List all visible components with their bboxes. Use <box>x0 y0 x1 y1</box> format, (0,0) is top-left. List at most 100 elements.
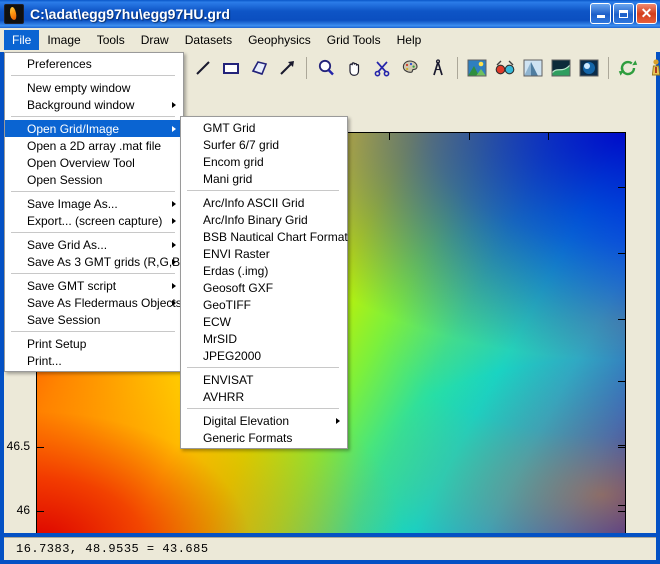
menu-item-background-window[interactable]: Background window <box>5 96 183 113</box>
menu-item-label: GMT Grid <box>203 120 256 135</box>
y-minor-tick <box>618 444 625 446</box>
menu-item-label: Save GMT script <box>27 278 117 293</box>
menubar-item-file[interactable]: File <box>4 30 40 50</box>
menu-separator <box>11 232 175 233</box>
scissors-cut-icon[interactable] <box>369 55 395 81</box>
terrain-3d-icon[interactable] <box>548 55 574 81</box>
draw-arrow-icon[interactable] <box>274 55 300 81</box>
draw-line-icon[interactable] <box>190 55 216 81</box>
menu-item-save-as-3-gmt-grids-r-g-b[interactable]: Save As 3 GMT grids (R,G,B) <box>5 253 184 270</box>
maximize-button[interactable] <box>613 3 634 24</box>
menu-item-envi-raster[interactable]: ENVI Raster <box>181 245 347 262</box>
menu-item-surfer-6-7-grid[interactable]: Surfer 6/7 grid <box>181 136 347 153</box>
menu-item-label: Background window <box>27 97 135 112</box>
menu-item-label: AVHRR <box>203 389 245 404</box>
menubar-item-draw[interactable]: Draw <box>133 30 177 50</box>
menu-item-save-gmt-script[interactable]: Save GMT script <box>5 277 183 294</box>
submenu-arrow-icon <box>172 125 176 132</box>
menu-item-jpeg2000[interactable]: JPEG2000 <box>181 347 347 364</box>
menu-item-new-empty-window[interactable]: New empty window <box>5 79 183 96</box>
menu-item-label: Open Session <box>27 172 103 187</box>
menu-item-preferences[interactable]: Preferences <box>5 55 183 72</box>
refresh-icon[interactable] <box>615 55 641 81</box>
anaglyph-glasses-icon[interactable] <box>492 55 518 81</box>
menu-item-save-grid-as[interactable]: Save Grid As... <box>5 236 183 253</box>
minimize-button[interactable] <box>590 3 611 24</box>
application-window: C:\adat\egg97hu\egg97HU.grd ✕ File Image T… <box>0 0 660 564</box>
window-title: C:\adat\egg97hu\egg97HU.grd <box>30 6 230 22</box>
draw-polygon-icon[interactable] <box>246 55 272 81</box>
file-menu[interactable]: Preferences New empty window Background wi… <box>4 52 184 372</box>
menubar-item-grid-tools[interactable]: Grid Tools <box>319 30 389 50</box>
color-palette-icon[interactable] <box>397 55 423 81</box>
menu-item-label: Open Grid/Image <box>27 121 120 136</box>
toolbar-separator <box>306 57 307 79</box>
submenu-arrow-icon <box>172 217 176 224</box>
menu-item-print[interactable]: Print... <box>5 352 183 369</box>
globe-icon[interactable] <box>576 55 602 81</box>
menu-item-save-image-as[interactable]: Save Image As... <box>5 195 183 212</box>
menu-item-generic-formats[interactable]: Generic Formats <box>181 429 347 446</box>
menu-item-open-session[interactable]: Open Session <box>5 171 183 188</box>
shaded-relief-icon[interactable] <box>520 55 546 81</box>
menu-item-label: Generic Formats <box>203 430 293 445</box>
menu-item-erdas-img[interactable]: Erdas (.img) <box>181 262 347 279</box>
menu-bar: File Image Tools Draw Datasets Geophysics Grid… <box>0 28 660 52</box>
menubar-item-help[interactable]: Help <box>389 30 430 50</box>
close-button[interactable]: ✕ <box>636 3 657 24</box>
submenu-arrow-icon <box>172 241 176 248</box>
menu-item-envisat[interactable]: ENVISAT <box>181 371 347 388</box>
menu-item-label: Arc/Info Binary Grid <box>203 212 308 227</box>
submenu-arrow-icon <box>172 200 176 207</box>
menu-item-label: Open Overview Tool <box>27 155 135 170</box>
menubar-item-tools[interactable]: Tools <box>89 30 133 50</box>
measure-compass-icon[interactable] <box>425 55 451 81</box>
menu-item-geosoft-gxf[interactable]: Geosoft GXF <box>181 279 347 296</box>
window-controls: ✕ <box>590 3 657 24</box>
menu-item-save-as-fledermaus-objects[interactable]: Save As Fledermaus Objects <box>5 294 183 311</box>
menu-item-label: MrSID <box>203 331 237 346</box>
menu-item-open-grid-image[interactable]: Open Grid/Image <box>5 120 183 137</box>
image-mountain-icon[interactable] <box>464 55 490 81</box>
submenu-arrow-icon <box>172 258 176 265</box>
menu-item-label: Export... (screen capture) <box>27 213 163 228</box>
menu-separator <box>187 190 339 191</box>
menu-item-label: Surfer 6/7 grid <box>203 137 280 152</box>
menu-item-label: Arc/Info ASCII Grid <box>203 195 305 210</box>
menu-item-ecw[interactable]: ECW <box>181 313 347 330</box>
y-tick <box>618 447 625 449</box>
submenu-arrow-icon <box>172 282 176 289</box>
menu-item-print-setup[interactable]: Print Setup <box>5 335 183 352</box>
menu-item-digital-elevation[interactable]: Digital Elevation <box>181 412 347 429</box>
open-grid-image-submenu[interactable]: GMT Grid Surfer 6/7 grid Encom grid Mani gr… <box>180 116 348 449</box>
menu-item-gmt-grid[interactable]: GMT Grid <box>181 119 347 136</box>
pan-hand-icon[interactable] <box>341 55 367 81</box>
menu-item-geotiff[interactable]: GeoTIFF <box>181 296 347 313</box>
menubar-item-geophysics[interactable]: Geophysics <box>240 30 319 50</box>
menu-item-open-overview-tool[interactable]: Open Overview Tool <box>5 154 183 171</box>
menu-item-bsb-nautical-chart-format[interactable]: BSB Nautical Chart Format <box>181 228 348 245</box>
draw-rectangle-icon[interactable] <box>218 55 244 81</box>
status-bar: 16.7383, 48.9535 = 43.685 <box>4 537 656 560</box>
menu-item-mani-grid[interactable]: Mani grid <box>181 170 347 187</box>
menu-item-open-a-2d-array-mat-file[interactable]: Open a 2D array .mat file <box>5 137 183 154</box>
menu-item-label: BSB Nautical Chart Format <box>203 229 348 244</box>
x-tick <box>468 133 470 140</box>
menu-item-arc-info-binary-grid[interactable]: Arc/Info Binary Grid <box>181 211 347 228</box>
app-flame-icon <box>4 4 24 24</box>
info-icon[interactable] <box>643 55 660 81</box>
menu-separator <box>187 408 339 409</box>
menubar-item-image[interactable]: Image <box>39 30 88 50</box>
menu-item-avhrr[interactable]: AVHRR <box>181 388 347 405</box>
menu-item-export-screen-capture[interactable]: Export... (screen capture) <box>5 212 183 229</box>
menu-item-mrsid[interactable]: MrSID <box>181 330 347 347</box>
menubar-item-datasets[interactable]: Datasets <box>177 30 240 50</box>
x-tick <box>547 133 549 140</box>
menu-item-label: New empty window <box>27 80 131 95</box>
zoom-icon[interactable] <box>313 55 339 81</box>
toolbar-separator <box>457 57 458 79</box>
menu-separator <box>11 331 175 332</box>
menu-item-save-session[interactable]: Save Session <box>5 311 183 328</box>
menu-item-encom-grid[interactable]: Encom grid <box>181 153 347 170</box>
menu-item-arc-info-ascii-grid[interactable]: Arc/Info ASCII Grid <box>181 194 347 211</box>
